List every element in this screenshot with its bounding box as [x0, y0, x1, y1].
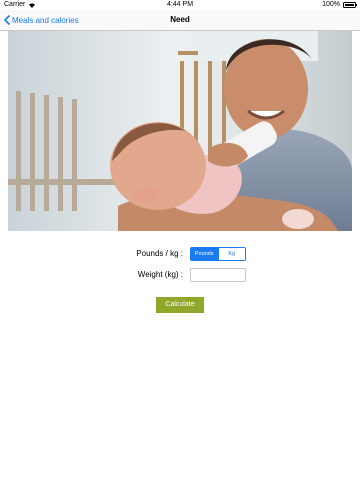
status-bar: Carrier 4:44 PM 100% [0, 0, 360, 10]
status-right: 100% [322, 0, 357, 10]
page-title: Need [170, 15, 190, 24]
unit-row: Pounds / kg : Pounds Kg [0, 246, 360, 262]
weight-row: Weight (kg) : [0, 267, 360, 283]
navigation-bar: Meals and calories Need [0, 10, 360, 31]
weight-input[interactable] [190, 268, 246, 282]
weight-label: Weight (kg) : [137, 270, 183, 279]
unit-option-kg[interactable]: Kg [217, 248, 245, 260]
hero-photo [8, 31, 352, 231]
battery-percent: 100% [322, 1, 340, 8]
unit-segmented-control[interactable]: Pounds Kg [190, 247, 246, 261]
unit-option-pounds[interactable]: Pounds [191, 248, 218, 260]
calculate-button[interactable]: Calculate [156, 297, 204, 313]
father-feeding-baby-photo [8, 31, 352, 231]
battery-icon [343, 2, 357, 8]
unit-label: Pounds / kg : [136, 249, 183, 258]
status-time: 4:44 PM [166, 1, 194, 8]
